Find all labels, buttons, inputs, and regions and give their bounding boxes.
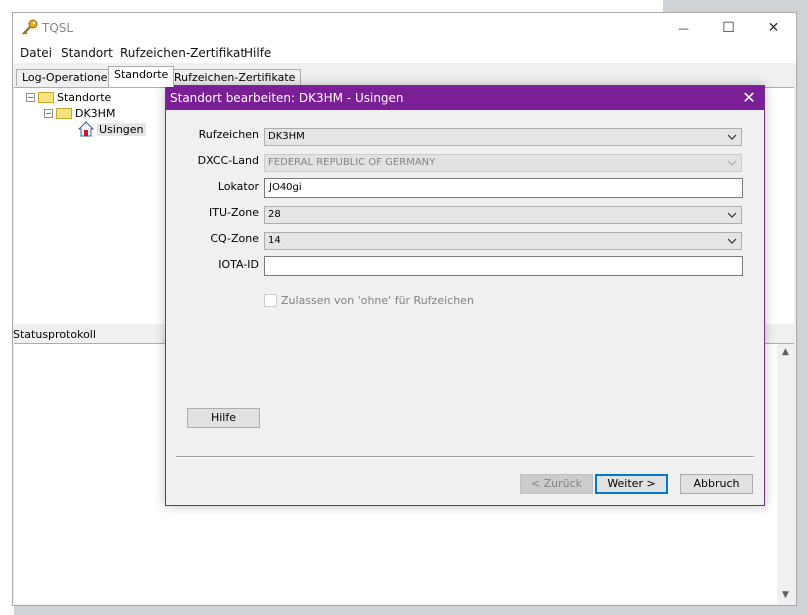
dialog-close-button[interactable]: ✕ [734, 86, 764, 110]
maximize-button[interactable]: ☐ [706, 13, 751, 43]
next-button[interactable]: Weiter > [595, 474, 668, 494]
collapse-icon[interactable]: − [44, 108, 53, 118]
tab-log-operationen[interactable]: Log-Operationen [16, 69, 121, 86]
title-bar: TQSL — ☐ ✕ [13, 13, 796, 43]
maximize-icon: ☐ [722, 20, 735, 36]
dialog-title: Standort bearbeiten: DK3HM - Usingen [166, 86, 764, 110]
tree-label-standorte: Standorte [57, 90, 112, 104]
scroll-down-icon[interactable]: ▼ [777, 587, 794, 604]
close-icon: ✕ [742, 88, 756, 107]
tab-standorte[interactable]: Standorte [108, 66, 175, 87]
status-scrollbar[interactable]: ▲ ▼ [777, 344, 794, 604]
dialog-separator [176, 456, 754, 458]
dxcc-value: FEDERAL REPUBLIC OF GERMANY [268, 157, 436, 168]
cq-zone-select[interactable]: 14 [264, 232, 742, 250]
menu-bar: Datei Standort Rufzeichen-Zertifikat Hil… [13, 43, 796, 63]
collapse-icon[interactable]: − [26, 92, 35, 102]
scroll-up-icon[interactable]: ▲ [777, 344, 794, 361]
iota-id-input[interactable] [264, 256, 743, 276]
house-icon [78, 121, 94, 137]
tree-label-usingen: Usingen [97, 122, 146, 136]
back-button: < Zurück [520, 474, 593, 494]
help-button[interactable]: Hilfe [187, 408, 260, 428]
label-rufzeichen: Rufzeichen [198, 128, 259, 141]
window-title: TQSL [42, 21, 74, 35]
dxcc-select: FEDERAL REPUBLIC OF GERMANY [264, 154, 742, 172]
itu-zone-select[interactable]: 28 [264, 206, 742, 224]
label-lokator: Lokator [217, 180, 259, 193]
folder-icon [56, 107, 72, 119]
tree-node-standorte[interactable]: − Standorte [26, 89, 111, 105]
cq-zone-value: 14 [268, 235, 281, 246]
locator-input[interactable]: JO40gi [264, 178, 743, 198]
allow-none-checkbox [264, 294, 277, 307]
minimize-icon: — [678, 21, 689, 35]
chevron-down-icon [727, 212, 737, 218]
tree-node-dk3hm[interactable]: − DK3HM [44, 105, 115, 121]
label-dxcc: DXCC-Land [197, 154, 259, 167]
callsign-value: DK3HM [268, 131, 305, 142]
menu-hilfe[interactable]: Hilfe [244, 46, 271, 60]
label-itu-zone: ITU-Zone [209, 206, 259, 219]
allow-none-label: Zulassen von 'ohne' für Rufzeichen [281, 294, 474, 307]
chevron-down-icon [727, 134, 737, 140]
tree-node-usingen[interactable]: Usingen [78, 121, 146, 137]
chevron-down-icon [727, 160, 737, 166]
label-cq-zone: CQ-Zone [210, 232, 259, 245]
key-icon [22, 19, 38, 35]
menu-datei[interactable]: Datei [20, 46, 52, 60]
close-icon: ✕ [767, 20, 780, 36]
close-window-button[interactable]: ✕ [751, 13, 796, 43]
label-iota-id: IOTA-ID [218, 258, 259, 271]
cancel-button[interactable]: Abbruch [680, 474, 753, 494]
tab-rufzeichen-zertifikate[interactable]: Rufzeichen-Zertifikate [168, 69, 302, 86]
allow-none-checkbox-row: Zulassen von 'ohne' für Rufzeichen [264, 294, 474, 307]
menu-standort[interactable]: Standort [61, 46, 113, 60]
status-log-label: Statusprotokoll [13, 328, 96, 341]
menu-rufzeichen-zertifikat[interactable]: Rufzeichen-Zertifikat [120, 46, 245, 60]
tree-label-dk3hm: DK3HM [75, 106, 116, 120]
callsign-select[interactable]: DK3HM [264, 128, 742, 146]
tab-bar: Log-Operationen Standorte Rufzeichen-Zer… [13, 65, 796, 87]
chevron-down-icon [727, 238, 737, 244]
itu-zone-value: 28 [268, 209, 281, 220]
edit-location-dialog: Standort bearbeiten: DK3HM - Usingen ✕ R… [165, 85, 765, 506]
folder-icon [38, 91, 54, 103]
minimize-button[interactable]: — [661, 13, 706, 43]
